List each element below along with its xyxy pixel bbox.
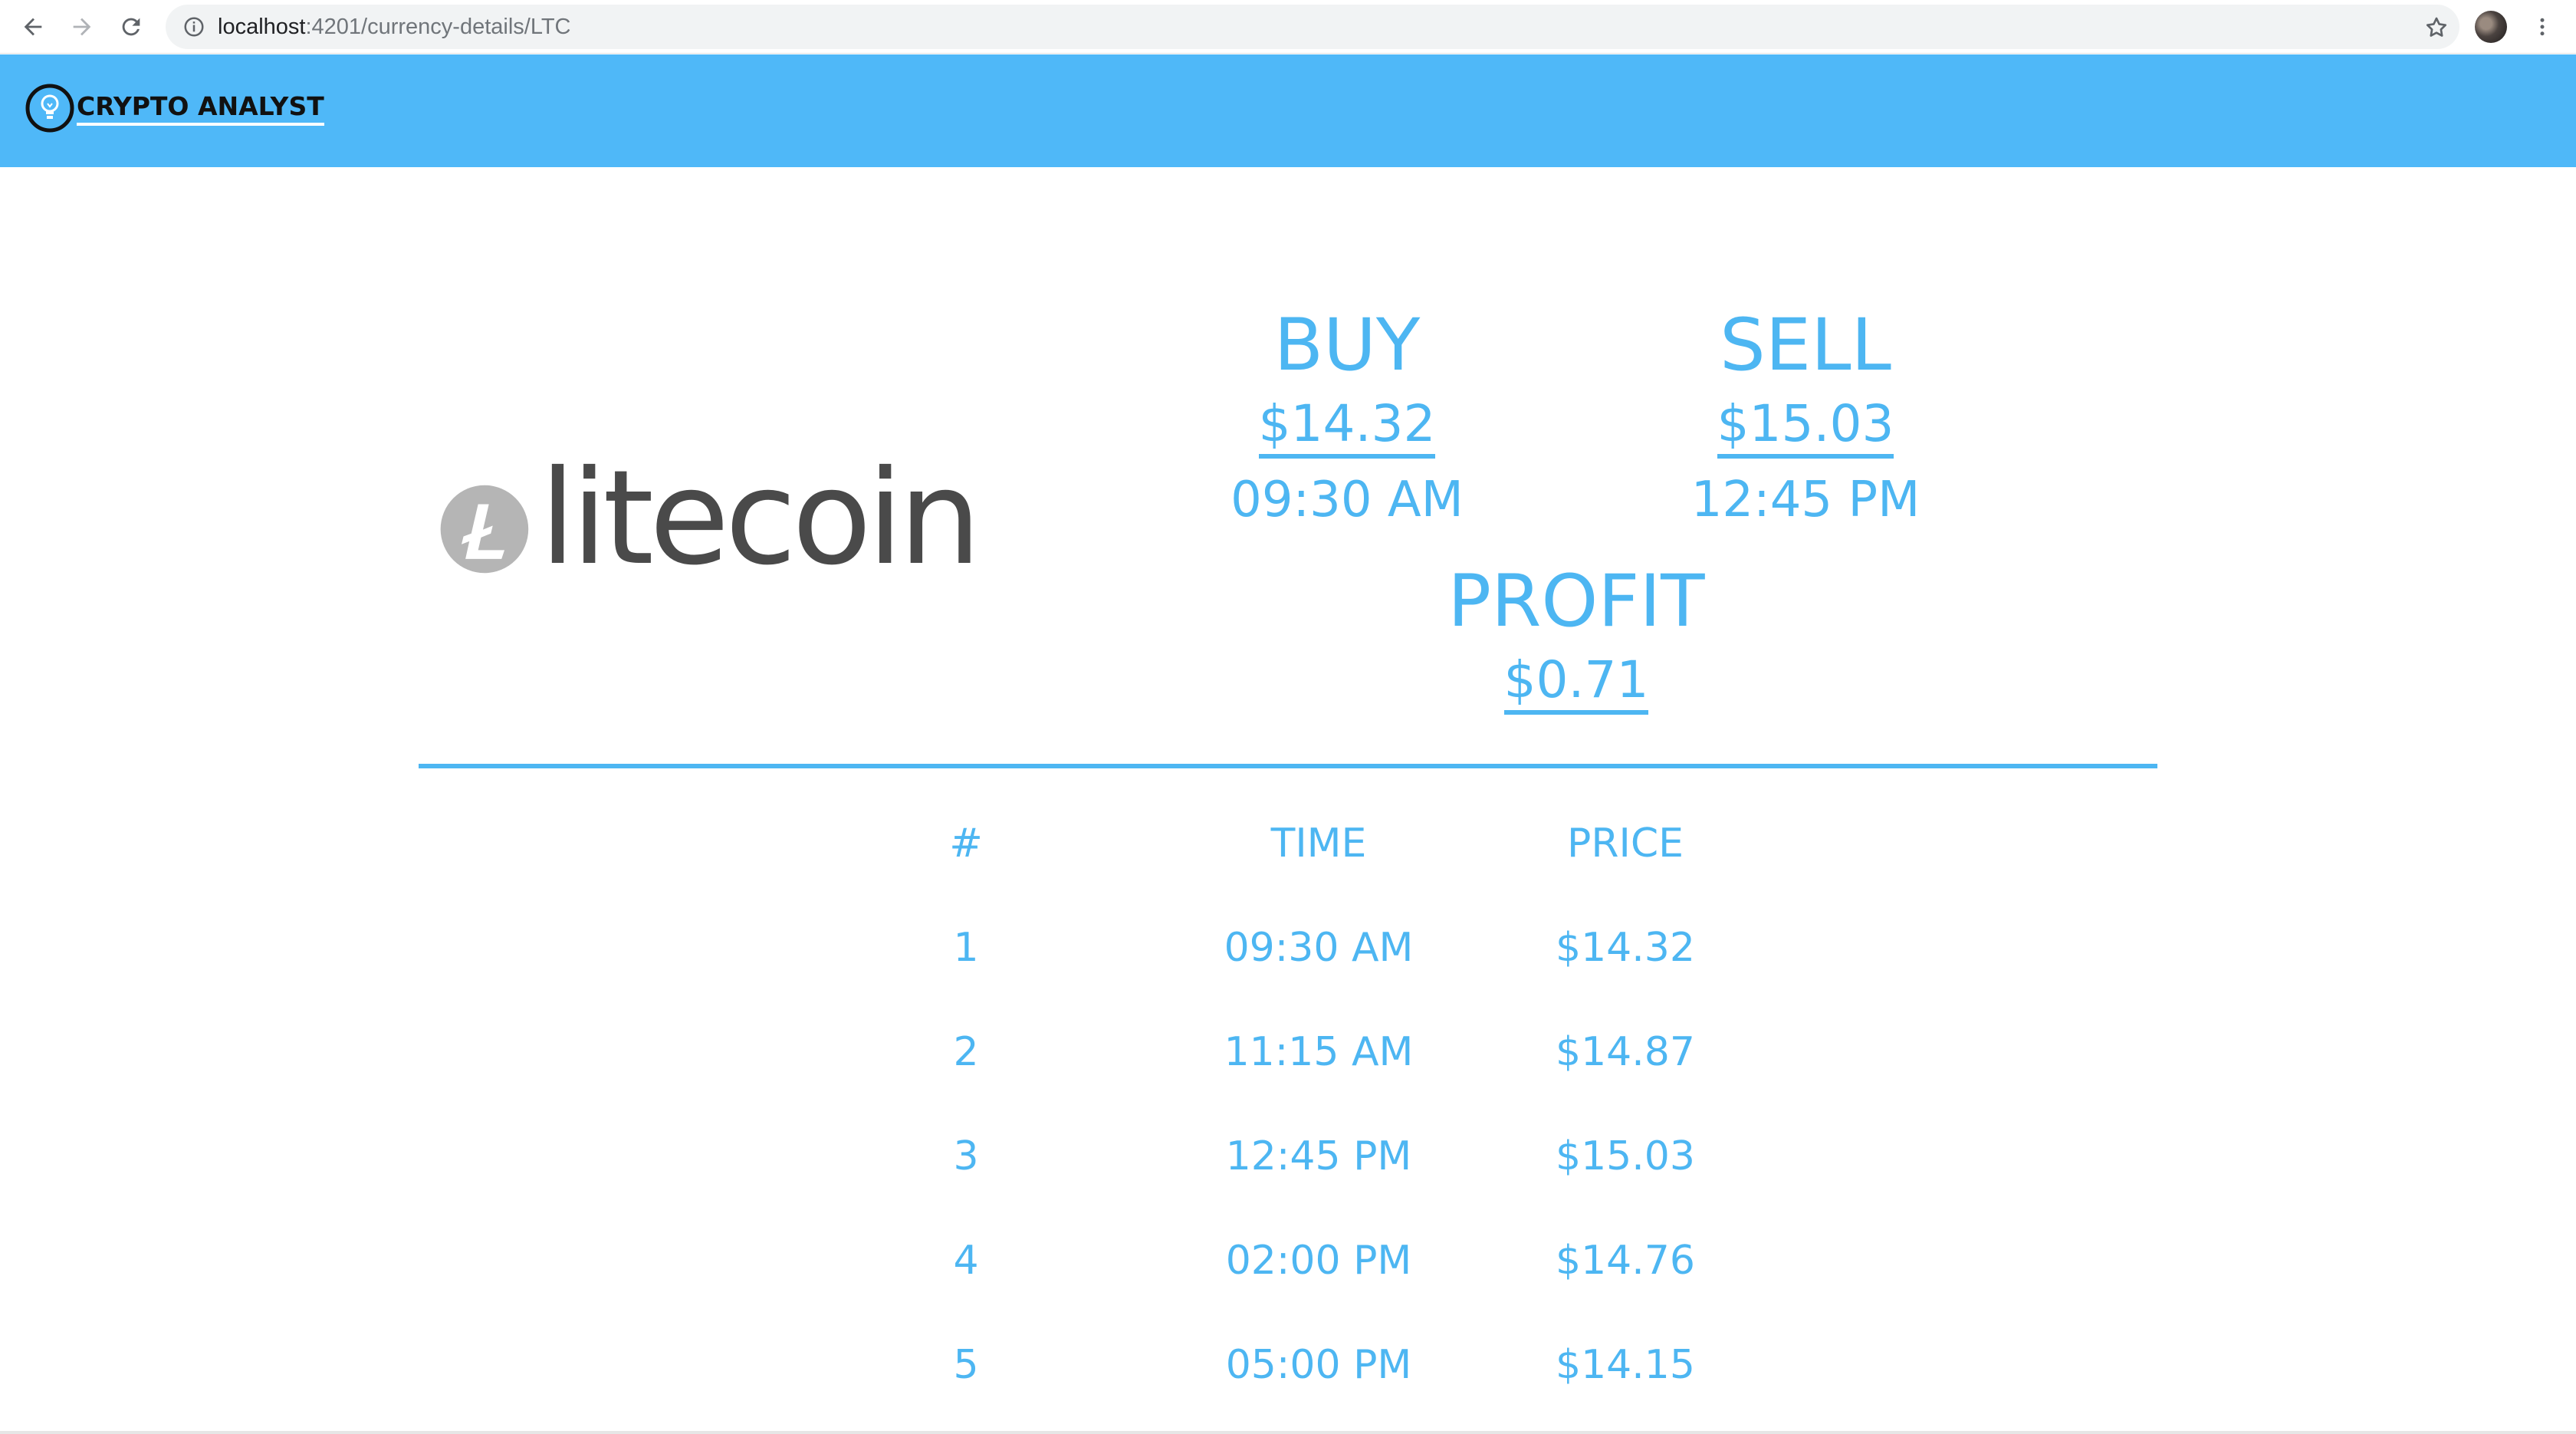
section-divider (419, 764, 2157, 768)
brand-link[interactable]: CRYPTO ANALYST (25, 81, 324, 135)
coin-name: litecoin (539, 442, 981, 594)
row-price: $14.32 (1556, 925, 1695, 971)
table-row: 2 11:15 AM $14.87 (843, 1021, 1763, 1083)
table-row: 5 05:00 PM $14.15 (843, 1334, 1763, 1396)
sell-price: $15.03 (1717, 399, 1894, 459)
profit-title: PROFIT (1447, 560, 1705, 643)
arrow-right-icon (73, 18, 91, 36)
buy-time: 09:30 AM (1230, 472, 1464, 528)
litecoin-icon (440, 485, 529, 574)
table-row: 4 02:00 PM $14.76 (843, 1230, 1763, 1291)
bookmark-star-icon[interactable] (2421, 12, 2452, 43)
table-row: 3 12:45 PM $15.03 (843, 1126, 1763, 1187)
sell-panel: SELL $15.03 12:45 PM (1652, 310, 1959, 525)
back-button[interactable] (15, 9, 51, 44)
row-index: 3 (953, 1133, 979, 1179)
table-header-row: # TIME PRICE (843, 813, 1763, 874)
url-path: :4201/currency-details/LTC (305, 14, 571, 39)
url-text[interactable]: localhost:4201/currency-details/LTC (218, 15, 570, 40)
row-price: $14.76 (1556, 1238, 1695, 1284)
brand-title: CRYPTO ANALYST (77, 91, 324, 126)
sell-title: SELL (1720, 304, 1891, 387)
profit-panel: PROFIT $0.71 (1423, 566, 1730, 715)
arrow-left-icon (24, 18, 42, 36)
more-menu-icon[interactable] (2527, 11, 2558, 43)
profit-value: $0.71 (1503, 655, 1649, 715)
sell-time: 12:45 PM (1691, 472, 1921, 528)
row-time: 11:15 AM (1224, 1029, 1414, 1075)
url-host: localhost (218, 14, 306, 39)
row-index: 2 (953, 1029, 979, 1075)
row-time: 02:00 PM (1225, 1238, 1412, 1284)
row-index: 4 (953, 1238, 979, 1284)
app-header: CRYPTO ANALYST (0, 54, 2576, 167)
lightbulb-logo-icon (25, 84, 74, 133)
window-bottom-edge (0, 1431, 2576, 1434)
address-bar[interactable]: localhost:4201/currency-details/LTC (166, 5, 2459, 49)
buy-panel: BUY $14.32 09:30 AM (1194, 310, 1500, 525)
forward-button[interactable] (64, 9, 100, 44)
column-header-time: TIME (1270, 821, 1367, 867)
column-header-index: # (949, 821, 983, 867)
row-price: $14.15 (1556, 1342, 1695, 1388)
row-index: 1 (953, 925, 979, 971)
reload-icon (122, 18, 140, 36)
buy-title: BUY (1273, 304, 1421, 387)
info-icon[interactable] (181, 14, 207, 40)
row-time: 12:45 PM (1225, 1133, 1412, 1179)
profile-avatar[interactable] (2475, 11, 2507, 43)
row-price: $14.87 (1556, 1029, 1695, 1075)
row-time: 05:00 PM (1225, 1342, 1412, 1388)
row-price: $15.03 (1556, 1133, 1695, 1179)
reload-button[interactable] (113, 9, 149, 44)
litecoin-logo: litecoin (440, 453, 981, 600)
browser-toolbar: localhost:4201/currency-details/LTC (0, 0, 2576, 54)
row-time: 09:30 AM (1224, 925, 1414, 971)
table-row: 1 09:30 AM $14.32 (843, 917, 1763, 978)
buy-price: $14.32 (1258, 399, 1436, 459)
row-index: 5 (953, 1342, 979, 1388)
column-header-price: PRICE (1567, 821, 1684, 867)
